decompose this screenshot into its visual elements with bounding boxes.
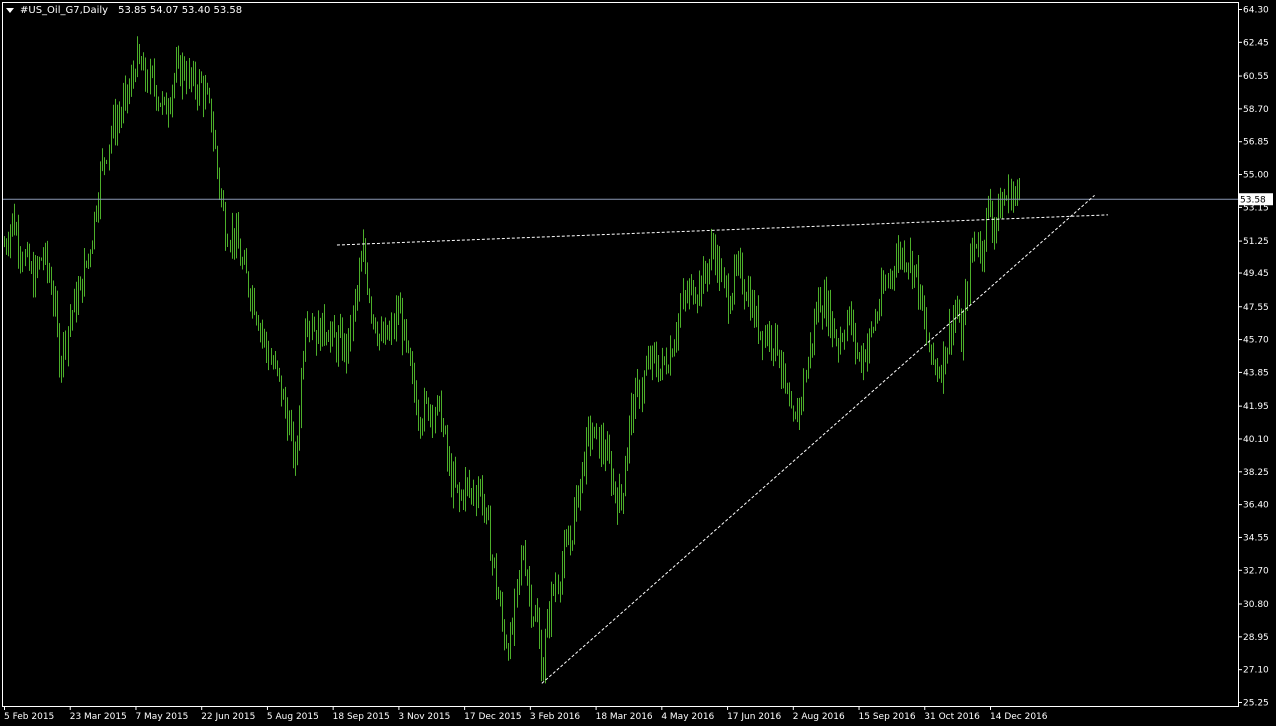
support-trendline[interactable]: [541, 194, 1095, 684]
y-tick-label: 56.85: [1243, 138, 1269, 148]
y-tick-label: 32.70: [1243, 566, 1269, 576]
x-tick-label: 15 Sep 2016: [859, 712, 916, 722]
plot-frame: [2, 2, 1239, 707]
dropdown-triangle-icon[interactable]: [6, 7, 14, 13]
x-tick-label: 17 Jun 2016: [727, 712, 781, 722]
y-tick-label: 36.40: [1243, 501, 1269, 511]
y-tick-label: 41.95: [1243, 402, 1269, 412]
y-tick-label: 58.70: [1243, 105, 1269, 115]
x-tick-label: 31 Oct 2016: [924, 712, 980, 722]
y-tick-label: 43.85: [1243, 368, 1269, 378]
price-chart[interactable]: 64.3062.4560.5558.7056.8555.0053.1551.25…: [0, 0, 1276, 726]
y-tick-label: 27.10: [1243, 666, 1269, 676]
x-tick-label: 7 May 2015: [135, 712, 188, 722]
x-tick-label: 5 Feb 2015: [4, 712, 54, 722]
y-tick-label: 60.55: [1243, 72, 1269, 82]
y-tick-label: 51.25: [1243, 237, 1269, 247]
y-tick-label: 55.00: [1243, 171, 1269, 181]
y-tick-label: 49.45: [1243, 269, 1269, 279]
x-tick-label: 23 Mar 2015: [70, 712, 127, 722]
y-tick-label: 62.45: [1243, 38, 1269, 48]
y-tick-label: 28.95: [1243, 633, 1269, 643]
y-tick-label: 25.25: [1243, 699, 1269, 709]
x-tick-label: 3 Nov 2015: [398, 712, 450, 722]
y-tick-label: 38.25: [1243, 468, 1269, 478]
y-tick-label: 47.55: [1243, 303, 1269, 313]
x-tick-label: 18 Mar 2016: [596, 712, 653, 722]
x-tick-label: 5 Aug 2015: [267, 712, 319, 722]
y-tick-label: 64.30: [1243, 6, 1269, 16]
x-tick-label: 18 Sep 2015: [333, 712, 390, 722]
x-tick-label: 3 Feb 2016: [530, 712, 581, 722]
symbol-label: #US_Oil_G7,Daily: [20, 4, 109, 16]
ohlc-label: 53.85 54.07 53.40 53.58: [118, 4, 243, 16]
x-tick-label: 14 Dec 2016: [990, 712, 1048, 722]
x-tick-label: 2 Aug 2016: [793, 712, 845, 722]
chart-header: #US_Oil_G7,Daily 53.85 54.07 53.40 53.58: [6, 3, 242, 17]
current-price-label: 53.58: [1240, 196, 1266, 206]
x-tick-label: 4 May 2016: [661, 712, 714, 722]
y-tick-label: 34.55: [1243, 533, 1269, 543]
x-tick-label: 22 Jun 2015: [201, 712, 255, 722]
x-tick-label: 17 Dec 2015: [464, 712, 521, 722]
y-tick-label: 45.70: [1243, 336, 1269, 346]
y-tick-label: 40.10: [1243, 435, 1269, 445]
chart-window[interactable]: 64.30 62.45 60.55 58.70 56.85 55.00 53.15 51.25…: [0, 0, 1276, 726]
y-tick-label: 30.80: [1243, 600, 1269, 610]
